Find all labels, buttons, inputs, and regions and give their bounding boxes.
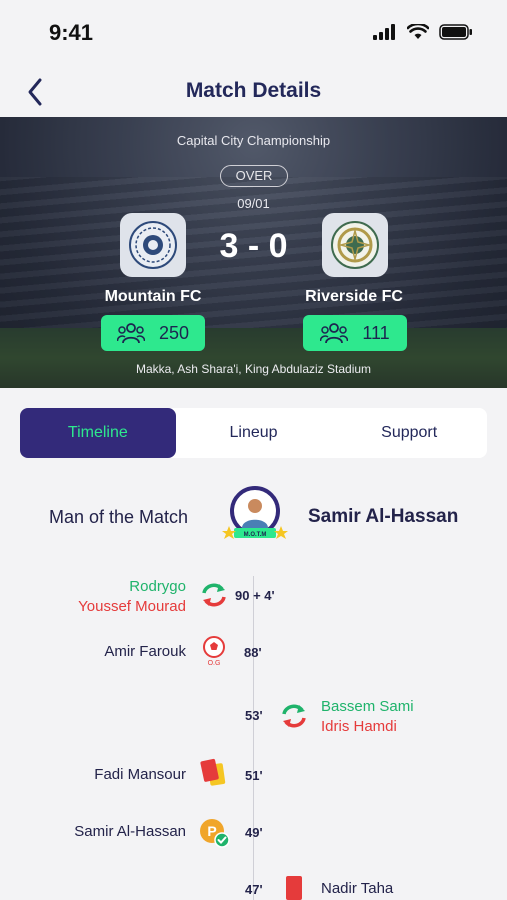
status-icons — [373, 24, 473, 40]
tab-support[interactable]: Support — [331, 408, 487, 458]
event-minute: 90 + 4' — [235, 588, 275, 603]
event-minute: 53' — [245, 708, 263, 723]
substitution-icon — [282, 704, 306, 728]
competition-name: Capital City Championship — [176, 133, 331, 148]
match-header: Capital City Championship OVER 09/01 3 -… — [0, 117, 507, 388]
away-team-logo[interactable] — [322, 213, 388, 277]
event-minute: 51' — [245, 768, 263, 783]
nav-bar: Match Details — [0, 66, 507, 118]
event-player[interactable]: Fadi Mansour — [94, 766, 186, 783]
away-fans-count: 111 — [362, 322, 390, 343]
event-minute: 49' — [245, 825, 263, 840]
motm-badge-text: M.O.T.M — [244, 532, 267, 538]
sub-in-player[interactable]: Rodrygo — [129, 578, 186, 595]
penalty-scored-icon: P — [200, 819, 230, 848]
fans-icon — [320, 323, 349, 344]
sub-in-player[interactable]: Bassem Sami — [321, 698, 414, 715]
event-player[interactable]: Nadir Taha — [321, 880, 393, 897]
venue: Makka, Ash Shara'i, King Abdulaziz Stadi… — [135, 362, 372, 376]
red-card-icon — [286, 876, 302, 900]
score: 3 - 0 — [219, 227, 288, 265]
signal-icon — [373, 24, 395, 40]
away-team-name: Riverside FC — [305, 288, 403, 305]
event-minute: 88' — [244, 645, 262, 660]
second-yellow-card-icon — [200, 758, 226, 786]
motm-avatar[interactable]: M.O.T.M — [220, 484, 290, 550]
event-player[interactable]: Amir Farouk — [104, 643, 186, 660]
home-fans-count: 250 — [158, 322, 190, 343]
fans-icon — [116, 323, 145, 344]
home-team-name: Mountain FC — [104, 288, 202, 305]
riverside-fc-crest-icon — [331, 221, 379, 269]
tab-bar: Timeline Lineup Support — [20, 408, 487, 458]
tab-timeline[interactable]: Timeline — [20, 408, 176, 458]
home-fans-button[interactable]: 250 — [101, 315, 205, 351]
tab-lineup[interactable]: Lineup — [176, 408, 332, 458]
away-fans-button[interactable]: 111 — [303, 315, 407, 351]
status-bar: 9:41 — [0, 0, 507, 66]
match-status-badge: OVER — [220, 165, 288, 187]
own-goal-tag: O.G — [208, 660, 221, 667]
match-date: 09/01 — [237, 196, 270, 211]
motm-label: Man of the Match — [49, 507, 189, 527]
motm-player-name[interactable]: Samir Al-Hassan — [308, 506, 458, 528]
event-player[interactable]: Samir Al-Hassan — [74, 823, 186, 840]
event-minute: 47' — [245, 882, 263, 897]
substitution-icon — [202, 583, 226, 607]
timeline-axis — [253, 576, 254, 900]
own-goal-icon: O.G — [203, 636, 225, 667]
sub-out-player[interactable]: Youssef Mourad — [78, 598, 186, 615]
battery-icon — [439, 24, 472, 40]
page-title: Match Details — [185, 79, 322, 102]
wifi-icon — [407, 24, 429, 39]
status-time: 9:41 — [49, 20, 94, 45]
sub-out-player[interactable]: Idris Hamdi — [321, 718, 397, 735]
